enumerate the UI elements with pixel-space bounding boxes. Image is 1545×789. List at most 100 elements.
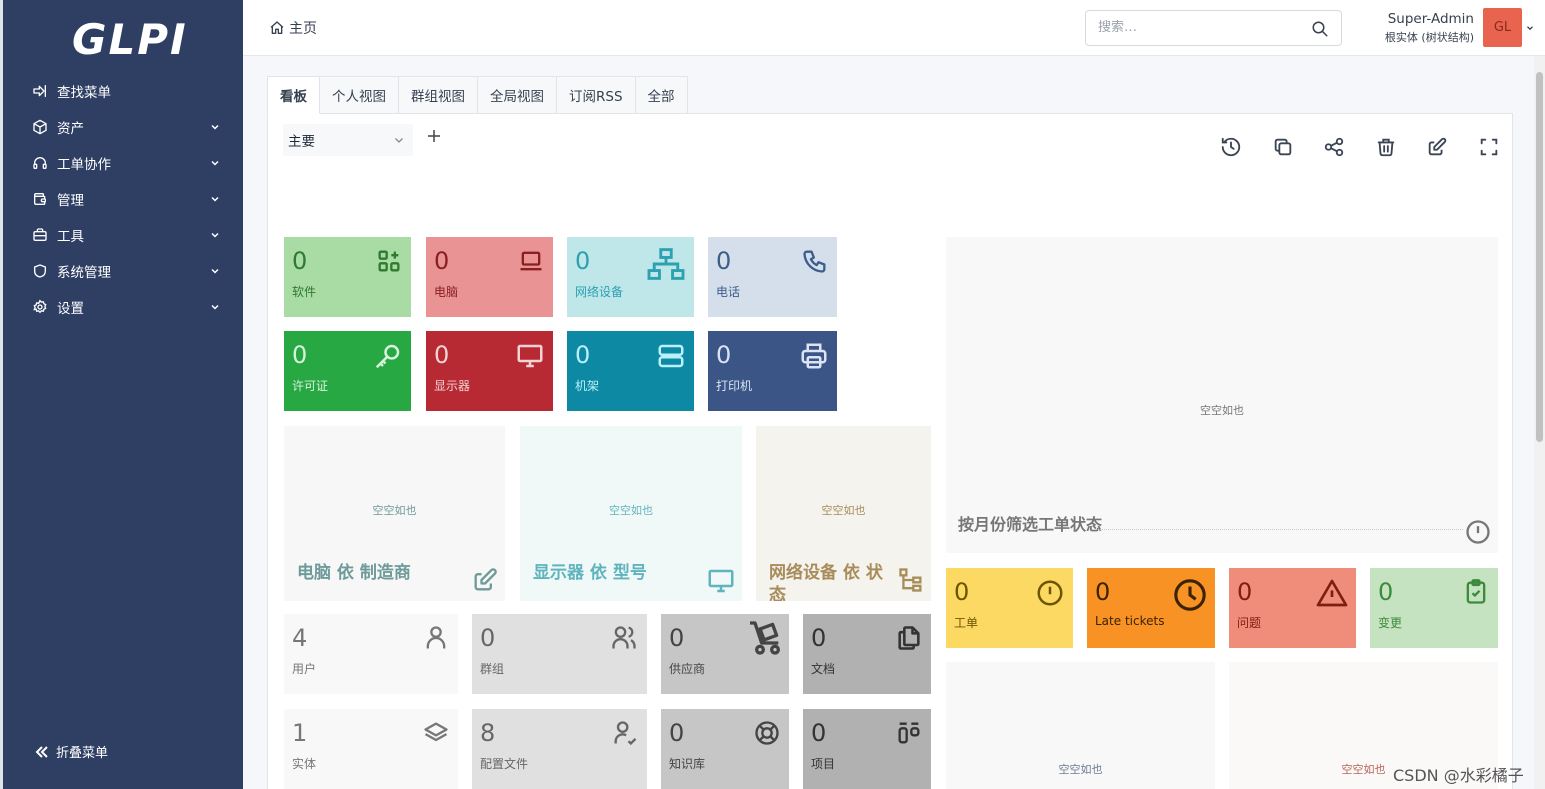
- add-dashboard-button[interactable]: [426, 128, 442, 144]
- tile-label: 供应商: [669, 662, 706, 676]
- edit-icon: [471, 566, 499, 594]
- sidebar-item-tools[interactable]: 工具: [3, 217, 243, 253]
- empty-text: 空空如也: [821, 504, 866, 517]
- sidebar-item-management[interactable]: 管理: [3, 181, 243, 217]
- user-name: Super-Admin: [1387, 11, 1474, 27]
- tile-count: 0: [1237, 578, 1253, 606]
- tile-count: 0: [811, 719, 827, 747]
- tile-profiles[interactable]: 8 配置文件: [472, 709, 647, 789]
- headset-icon: [31, 154, 49, 172]
- tile-problems[interactable]: 0 问题: [1229, 568, 1356, 648]
- tile-count: 0: [434, 341, 450, 369]
- tile-entities[interactable]: 1 实体: [284, 709, 458, 789]
- tile-label: 实体: [292, 757, 317, 771]
- edit-icon[interactable]: [1426, 136, 1448, 158]
- sidebar-item-find-menu[interactable]: 查找菜单: [3, 73, 243, 109]
- copy-icon[interactable]: [1272, 136, 1294, 158]
- fullscreen-icon[interactable]: [1478, 136, 1500, 158]
- empty-text: 空空如也: [609, 504, 653, 517]
- vertical-scrollbar[interactable]: [1534, 56, 1545, 789]
- scrollbar-thumb[interactable]: [1536, 72, 1543, 442]
- sidebar-item-administration[interactable]: 系统管理: [3, 253, 243, 289]
- laptop-icon: [517, 247, 545, 275]
- monitor-icon: [515, 341, 545, 371]
- alert-circle-icon: [1035, 578, 1065, 608]
- glpi-logo[interactable]: GLPI: [72, 14, 188, 64]
- panel-title: 电脑 依 制造商: [297, 563, 411, 583]
- tile-label: 电脑: [434, 285, 459, 299]
- panel-divider: [1096, 529, 1463, 530]
- empty-text: 空空如也: [1200, 404, 1244, 417]
- chevron-down-icon: [209, 193, 221, 205]
- history-icon[interactable]: [1220, 136, 1242, 158]
- sidebar-item-setup[interactable]: 设置: [3, 289, 243, 325]
- share-icon[interactable]: [1323, 136, 1345, 158]
- sidebar-item-label: 工单协作: [57, 157, 111, 173]
- tile-label: 项目: [811, 757, 836, 771]
- tab-dashboard[interactable]: 看板: [267, 76, 320, 114]
- avatar[interactable]: GL: [1483, 8, 1522, 47]
- clock-icon: [1173, 578, 1207, 612]
- user-menu[interactable]: Super-Admin 根实体 (树状结构): [1378, 11, 1474, 45]
- chevron-down-icon: [209, 229, 221, 241]
- tile-late-tickets[interactable]: 0 Late tickets: [1087, 568, 1215, 648]
- sidebar-item-assistance[interactable]: 工单协作: [3, 145, 243, 181]
- tile-users[interactable]: 4 用户: [284, 614, 458, 694]
- trash-icon[interactable]: [1375, 136, 1397, 158]
- key-icon: [373, 341, 403, 371]
- tab-rss[interactable]: 订阅RSS: [557, 76, 636, 114]
- tile-network-devices[interactable]: 0 网络设备: [567, 237, 694, 317]
- tile-racks[interactable]: 0 机架: [567, 331, 694, 411]
- breadcrumb-home[interactable]: 主页: [269, 18, 317, 38]
- search-input[interactable]: [1098, 20, 1298, 35]
- tile-monitors[interactable]: 0 显示器: [426, 331, 553, 411]
- dolly-icon: [745, 618, 785, 658]
- users-icon: [609, 624, 639, 652]
- sidebar-item-label: 资产: [57, 121, 84, 137]
- tile-groups[interactable]: 0 群组: [472, 614, 647, 694]
- lifebuoy-icon: [753, 719, 781, 747]
- tile-label: 知识库: [669, 757, 706, 771]
- tile-software[interactable]: 0 软件: [284, 237, 411, 317]
- tile-phones[interactable]: 0 电话: [708, 237, 837, 317]
- shield-icon: [31, 262, 49, 280]
- panel-tickets-status-by-month: 空空如也 按月份筛选工单状态: [946, 237, 1498, 553]
- search-icon[interactable]: [1311, 20, 1329, 38]
- tile-count: 0: [480, 624, 496, 652]
- panel-monitors-by-model: 空空如也 显示器 依 型号: [520, 426, 742, 601]
- chevron-down-icon: [393, 134, 405, 146]
- clipboard-check-icon: [1462, 578, 1490, 606]
- tile-licenses[interactable]: 0 许可证: [284, 331, 411, 411]
- tile-changes[interactable]: 0 变更: [1370, 568, 1498, 648]
- collapse-menu-button[interactable]: 折叠菜单: [34, 742, 108, 761]
- tile-computers[interactable]: 0 电脑: [426, 237, 553, 317]
- tile-label: 打印机: [716, 379, 753, 393]
- tab-group-view[interactable]: 群组视图: [399, 76, 478, 114]
- sidebar-item-label: 设置: [57, 301, 84, 317]
- briefcase-icon: [31, 226, 49, 244]
- tile-label: 文档: [811, 662, 836, 676]
- tab-personal-view[interactable]: 个人视图: [320, 76, 399, 114]
- tile-documents[interactable]: 0 文档: [803, 614, 931, 694]
- sidebar-item-assets[interactable]: 资产: [3, 109, 243, 145]
- tree-icon: [897, 566, 925, 594]
- tile-count: 0: [811, 624, 827, 652]
- tile-count: 0: [716, 341, 732, 369]
- chevron-down-icon: [209, 301, 221, 313]
- panel-bottom-left: 空空如也: [946, 662, 1215, 789]
- tile-label: 群组: [480, 662, 505, 676]
- tile-count: 0: [1378, 578, 1394, 606]
- tile-projects[interactable]: 0 项目: [803, 709, 931, 789]
- tile-printers[interactable]: 0 打印机: [708, 331, 837, 411]
- tile-knowledge-base[interactable]: 0 知识库: [661, 709, 789, 789]
- chevron-down-icon[interactable]: [1525, 23, 1535, 33]
- tile-suppliers[interactable]: 0 供应商: [661, 614, 789, 694]
- tile-tickets[interactable]: 0 工单: [946, 568, 1073, 648]
- panel-computers-by-manufacturer: 空空如也 电脑 依 制造商: [284, 426, 505, 601]
- tab-global-view[interactable]: 全局视图: [478, 76, 557, 114]
- info-circle-icon[interactable]: [1464, 518, 1492, 546]
- sidebar: GLPI 查找菜单 资产 工单协作 管理 工具 系统管理 设置 折叠菜单: [0, 0, 243, 789]
- sidebar-menu: 查找菜单 资产 工单协作 管理 工具 系统管理 设置: [3, 73, 243, 325]
- dashboard-select[interactable]: 主要: [283, 124, 413, 156]
- tab-all[interactable]: 全部: [635, 76, 688, 114]
